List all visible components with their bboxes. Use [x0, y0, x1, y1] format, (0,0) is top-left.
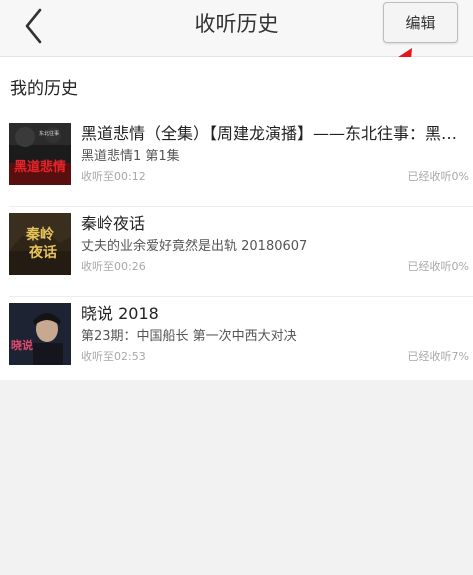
item-title: 秦岭夜话 [81, 214, 146, 233]
item-percent: 已经收听7% [407, 350, 469, 363]
item-subtitle: 丈夫的业余爱好竟然是出轨 20180607 [81, 239, 308, 254]
cover-text: 夜话 [28, 244, 57, 261]
history-panel: 我的历史 黑道悲情 东北往事 黑道悲情（全集）【周建龙演播】——东北往事：黑道风… [0, 57, 473, 380]
item-title: 黑道悲情（全集）【周建龙演播】——东北往事：黑道风云20年 [81, 124, 461, 143]
item-percent: 已经收听0% [407, 260, 469, 273]
cover-text: 黑道悲情 [14, 159, 66, 175]
item-subtitle: 第23期：中国船长 第一次中西大对决 [81, 329, 297, 344]
cover-small-text: 东北往事 [39, 130, 59, 137]
item-progress: 收听至02:53 [81, 350, 146, 363]
history-item[interactable]: 秦岭 夜话 秦岭夜话 丈夫的业余爱好竟然是出轨 20180607 收听至00:2… [0, 207, 473, 297]
cover-image: 黑道悲情 东北往事 [9, 123, 71, 185]
item-progress: 收听至00:12 [81, 170, 146, 183]
item-percent: 已经收听0% [407, 170, 469, 183]
section-title: 我的历史 [10, 79, 78, 99]
item-subtitle: 黑道悲情1 第1集 [81, 149, 180, 164]
cover-image: 晓说 [9, 303, 71, 365]
item-progress: 收听至00:26 [81, 260, 146, 273]
history-item[interactable]: 黑道悲情 东北往事 黑道悲情（全集）【周建龙演播】——东北往事：黑道风云20年 … [0, 117, 473, 207]
cover-text: 秦岭 [25, 226, 54, 243]
item-title: 晓说 2018 [81, 304, 159, 323]
cover-text: 晓说 [11, 338, 33, 352]
edit-button[interactable]: 编辑 [383, 2, 458, 43]
cover-image: 秦岭 夜话 [9, 213, 71, 275]
history-item[interactable]: 晓说 晓说 2018 第23期：中国船长 第一次中西大对决 收听至02:53 已… [0, 297, 473, 387]
